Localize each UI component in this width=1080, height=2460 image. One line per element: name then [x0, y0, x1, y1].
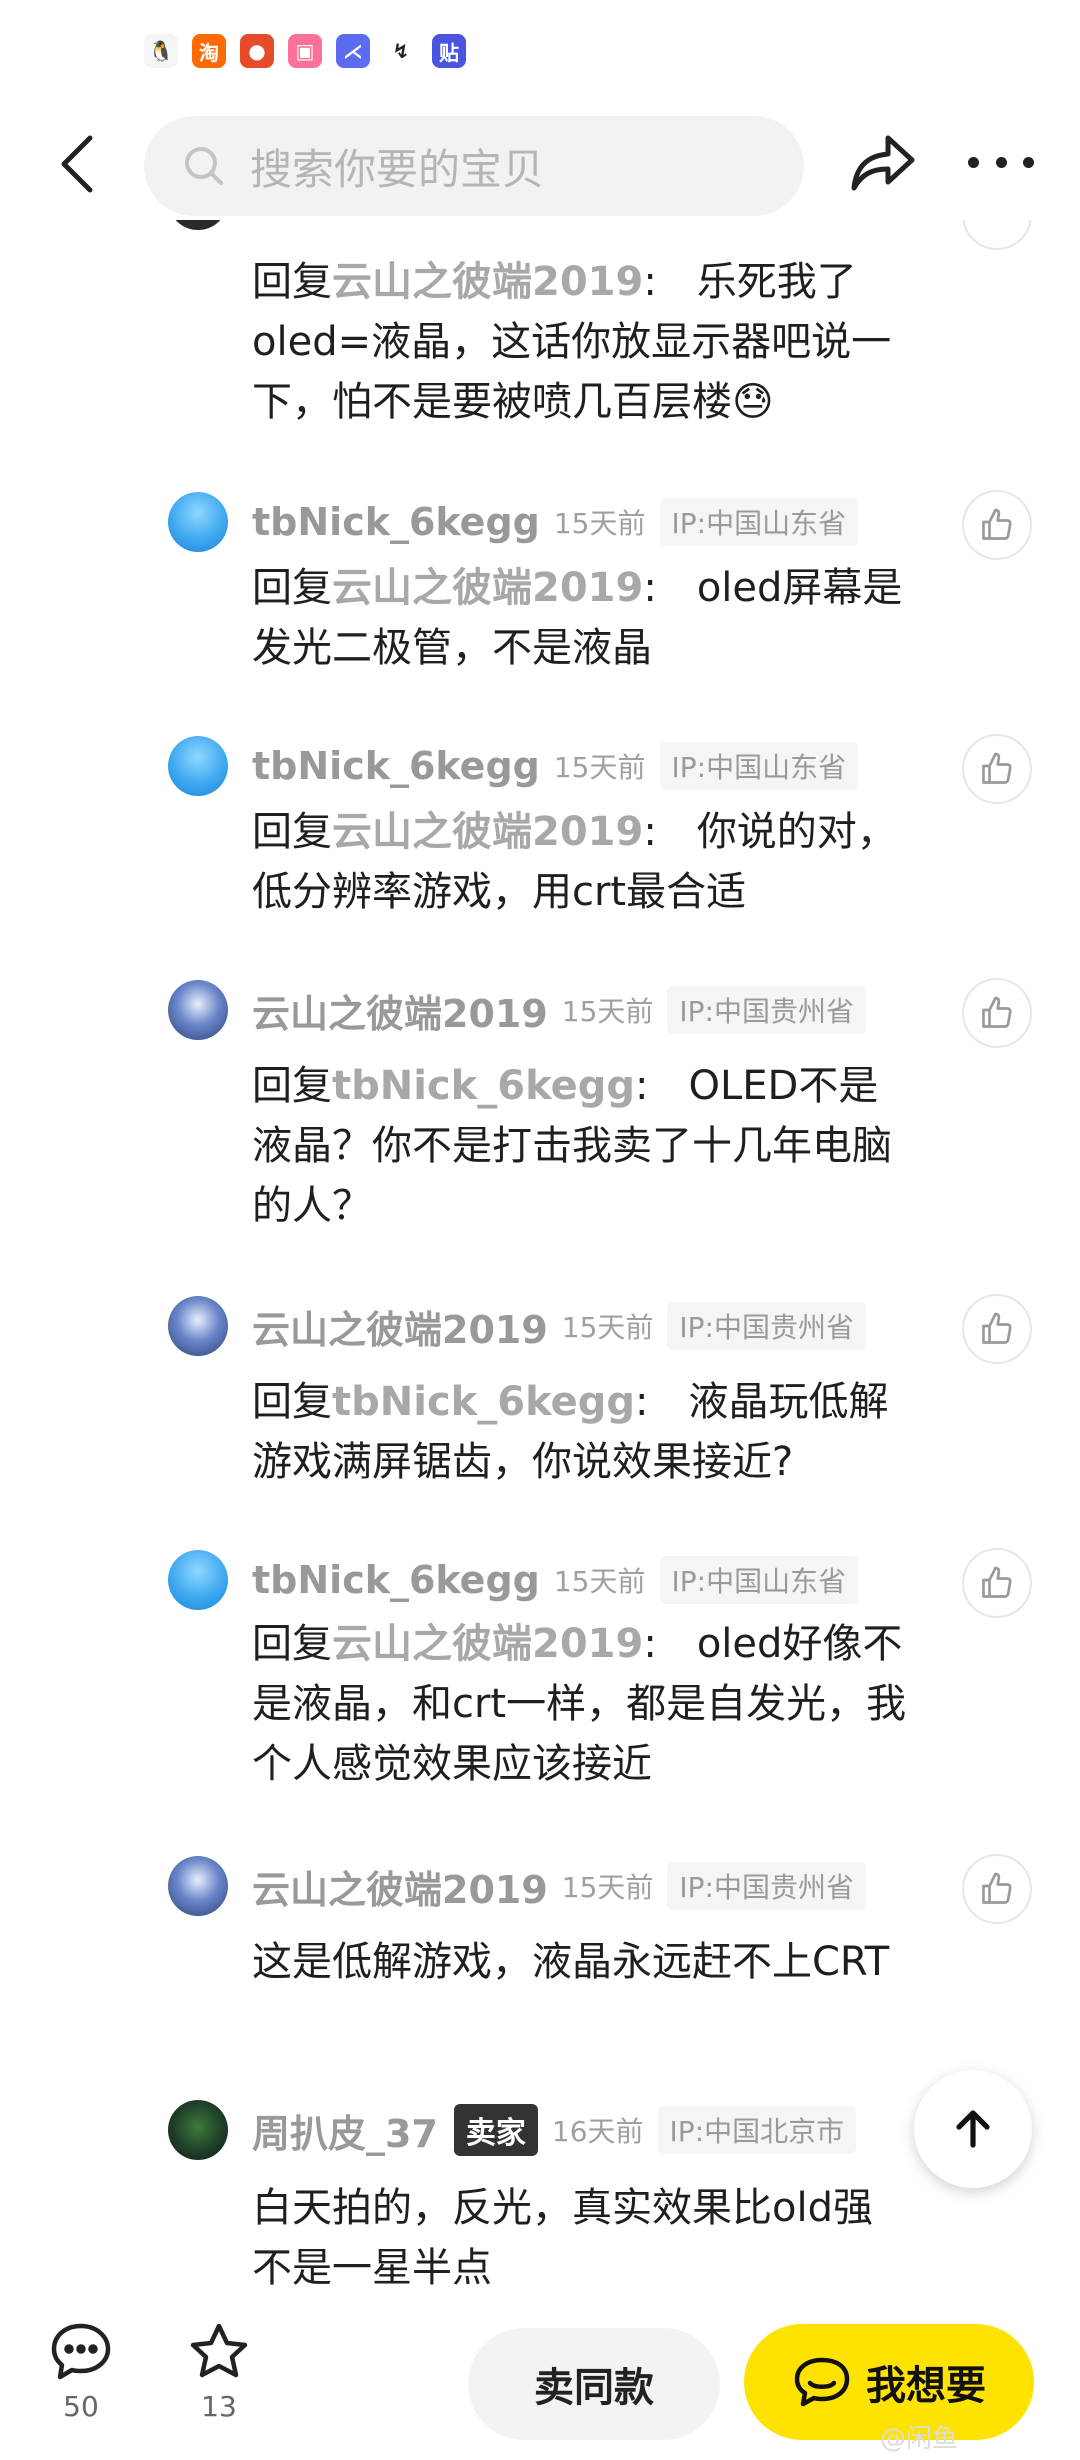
- back-button[interactable]: [52, 132, 108, 196]
- ip-location: IP:中国山东省: [659, 498, 859, 546]
- i-want-label: 我想要: [866, 2363, 986, 2409]
- watermark: @闲鱼: [880, 2424, 959, 2454]
- username[interactable]: tbNick_6kegg: [252, 744, 540, 788]
- ip-location: IP:中国贵州省: [667, 1862, 866, 1910]
- more-button[interactable]: [968, 150, 1034, 174]
- comment-count: 50: [63, 2390, 99, 2423]
- avatar[interactable]: [168, 736, 228, 796]
- more-icon-dot: [1023, 156, 1034, 168]
- username[interactable]: tbNick_6kegg: [252, 500, 540, 544]
- timestamp: 15天前: [561, 995, 654, 1028]
- comment-text: 回复云山之彼端2019: oled好像不是液晶，和crt一样，都是自发光，我个人感…: [252, 1621, 907, 1787]
- comment-text: 回复云山之彼端2019: 乐死我了oled=液晶，这话你放显示器吧说一下，怕不是要…: [252, 259, 892, 425]
- timestamp: 15天前: [553, 1565, 646, 1598]
- comment-list: 回复云山之彼端2019: 乐死我了oled=液晶，这话你放显示器吧说一下，怕不是要…: [0, 0, 1080, 2460]
- timestamp: 15天前: [553, 751, 646, 784]
- ip-location: IP:中国贵州省: [667, 1302, 866, 1350]
- avatar[interactable]: [168, 492, 228, 552]
- comment-meta: 云山之彼端2019 15天前 IP:中国贵州省: [252, 1856, 866, 1916]
- avatar[interactable]: [168, 980, 228, 1040]
- thumbs-up-icon: [982, 1312, 1012, 1344]
- ip-location: IP:中国山东省: [659, 1556, 859, 1604]
- avatar[interactable]: [168, 1296, 228, 1356]
- avatar[interactable]: [168, 1856, 228, 1916]
- chat-icon: [794, 2357, 850, 2407]
- thumbs-up-icon: [982, 1872, 1012, 1904]
- like-button[interactable]: [962, 490, 1032, 560]
- reply-target[interactable]: 云山之彼端2019: [332, 565, 643, 611]
- star-icon: [190, 2323, 248, 2378]
- comment-icon: [51, 2323, 111, 2380]
- arrow-up-icon: [956, 2110, 990, 2148]
- reply-target[interactable]: tbNick_6kegg: [332, 1379, 635, 1425]
- username[interactable]: 云山之彼端2019: [252, 1859, 548, 1914]
- favorite-count: 13: [201, 2390, 237, 2423]
- ip-location: IP:中国山东省: [659, 742, 859, 790]
- username[interactable]: 云山之彼端2019: [252, 983, 548, 1038]
- thumbs-up-icon: [982, 508, 1012, 540]
- timestamp: 15天前: [553, 507, 646, 540]
- ip-location: IP:中国北京市: [657, 2106, 857, 2154]
- like-button[interactable]: [962, 978, 1032, 1048]
- comment-text: 回复云山之彼端2019: oled屏幕是发光二极管，不是液晶: [252, 565, 903, 671]
- avatar[interactable]: [168, 2100, 228, 2160]
- timestamp: 16天前: [551, 2115, 644, 2148]
- username[interactable]: 周扒皮_37: [252, 2103, 438, 2158]
- search-input[interactable]: 搜索你要的宝贝: [144, 116, 804, 216]
- comment-button[interactable]: 50: [36, 2322, 126, 2423]
- comment-text: 回复tbNick_6kegg: OLED不是液晶？你不是打击我卖了十几年电脑的人？: [252, 1063, 892, 1229]
- comment-meta: tbNick_6kegg 15天前 IP:中国山东省: [252, 1550, 859, 1610]
- comment-text: 白天拍的，反光，真实效果比old强不是一星半点: [252, 2185, 873, 2291]
- comment-text: 回复云山之彼端2019: 你说的对，低分辨率游戏，用crt最合适: [252, 809, 897, 915]
- reply-target[interactable]: 云山之彼端2019: [332, 809, 643, 855]
- comment-meta: 周扒皮_37 卖家 16天前 IP:中国北京市: [252, 2100, 857, 2160]
- share-icon: [851, 135, 915, 191]
- more-icon: [968, 156, 979, 168]
- comment-meta: tbNick_6kegg 15天前 IP:中国山东省: [252, 492, 859, 552]
- comment-meta: tbNick_6kegg 15天前 IP:中国山东省: [252, 736, 859, 796]
- favorite-button[interactable]: 13: [174, 2322, 264, 2423]
- search-placeholder: 搜索你要的宝贝: [250, 144, 545, 194]
- comment-meta: 云山之彼端2019 15天前 IP:中国贵州省: [252, 1296, 866, 1356]
- avatar[interactable]: [168, 1550, 228, 1610]
- thumbs-up-icon: [982, 1566, 1012, 1598]
- username[interactable]: tbNick_6kegg: [252, 1558, 540, 1602]
- timestamp: 15天前: [561, 1311, 654, 1344]
- chevron-left-icon: [61, 135, 93, 193]
- search-icon: [185, 147, 223, 185]
- like-button[interactable]: [962, 1548, 1032, 1618]
- sell-same-button[interactable]: 卖同款: [468, 2328, 720, 2440]
- like-button[interactable]: [962, 734, 1032, 804]
- seller-badge: 卖家: [453, 2104, 538, 2156]
- timestamp: 15天前: [561, 1871, 654, 1904]
- reply-target[interactable]: 云山之彼端2019: [332, 259, 643, 305]
- comment-meta: 云山之彼端2019 15天前 IP:中国贵州省: [252, 980, 866, 1040]
- ip-location: IP:中国贵州省: [667, 986, 866, 1034]
- comment-text: 这是低解游戏，液晶永远赶不上CRT: [252, 1939, 890, 1985]
- reply-target[interactable]: 云山之彼端2019: [332, 1621, 643, 1667]
- more-icon-dot: [995, 156, 1007, 168]
- comment-text: 回复tbNick_6kegg: 液晶玩低解游戏满屏锯齿，你说效果接近?: [252, 1379, 889, 1485]
- reply-target[interactable]: tbNick_6kegg: [332, 1063, 635, 1109]
- share-button[interactable]: [848, 132, 918, 196]
- scroll-to-top-button[interactable]: [914, 2070, 1032, 2188]
- thumbs-up-icon: [982, 996, 1012, 1028]
- like-button[interactable]: [962, 1294, 1032, 1364]
- like-button[interactable]: [962, 1854, 1032, 1924]
- username[interactable]: 云山之彼端2019: [252, 1299, 548, 1354]
- top-bar: 搜索你要的宝贝: [0, 110, 1080, 220]
- thumbs-up-icon: [982, 752, 1012, 784]
